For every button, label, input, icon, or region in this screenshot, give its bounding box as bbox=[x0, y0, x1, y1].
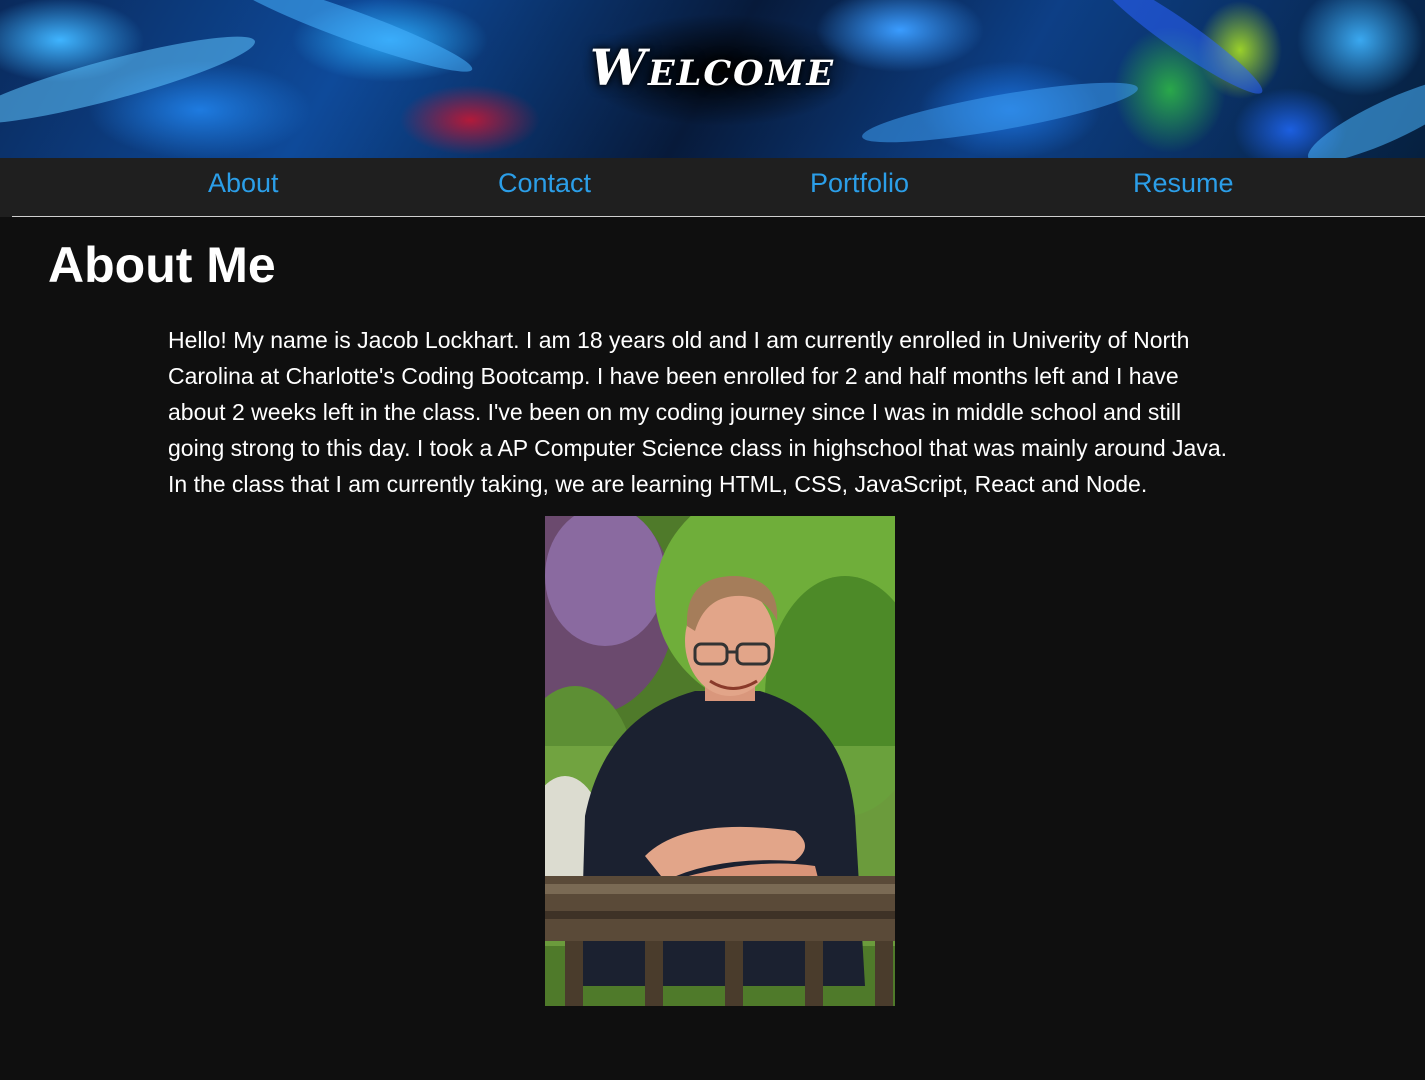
profile-photo-illustration bbox=[545, 516, 895, 1006]
about-line: In the class that I am currently taking,… bbox=[168, 471, 1148, 497]
nav-link-contact[interactable]: Contact bbox=[498, 168, 591, 199]
nav-link-portfolio[interactable]: Portfolio bbox=[810, 168, 909, 199]
header-banner: Welcome bbox=[0, 0, 1425, 158]
profile-photo bbox=[545, 516, 895, 1006]
nav-link-resume[interactable]: Resume bbox=[1133, 168, 1234, 199]
nav-link-about[interactable]: About bbox=[208, 168, 279, 199]
about-line: about 2 weeks left in the class. I've be… bbox=[168, 399, 1182, 425]
about-line: Carolina at Charlotte's Coding Bootcamp.… bbox=[168, 363, 1179, 389]
nav-divider bbox=[12, 216, 1425, 217]
about-line: Hello! My name is Jacob Lockhart. I am 1… bbox=[168, 327, 1190, 353]
about-heading: About Me bbox=[48, 237, 276, 293]
about-line: going strong to this day. I took a AP Co… bbox=[168, 435, 1228, 461]
about-paragraph: Hello! My name is Jacob Lockhart. I am 1… bbox=[168, 322, 1278, 502]
welcome-title: Welcome bbox=[589, 38, 836, 97]
